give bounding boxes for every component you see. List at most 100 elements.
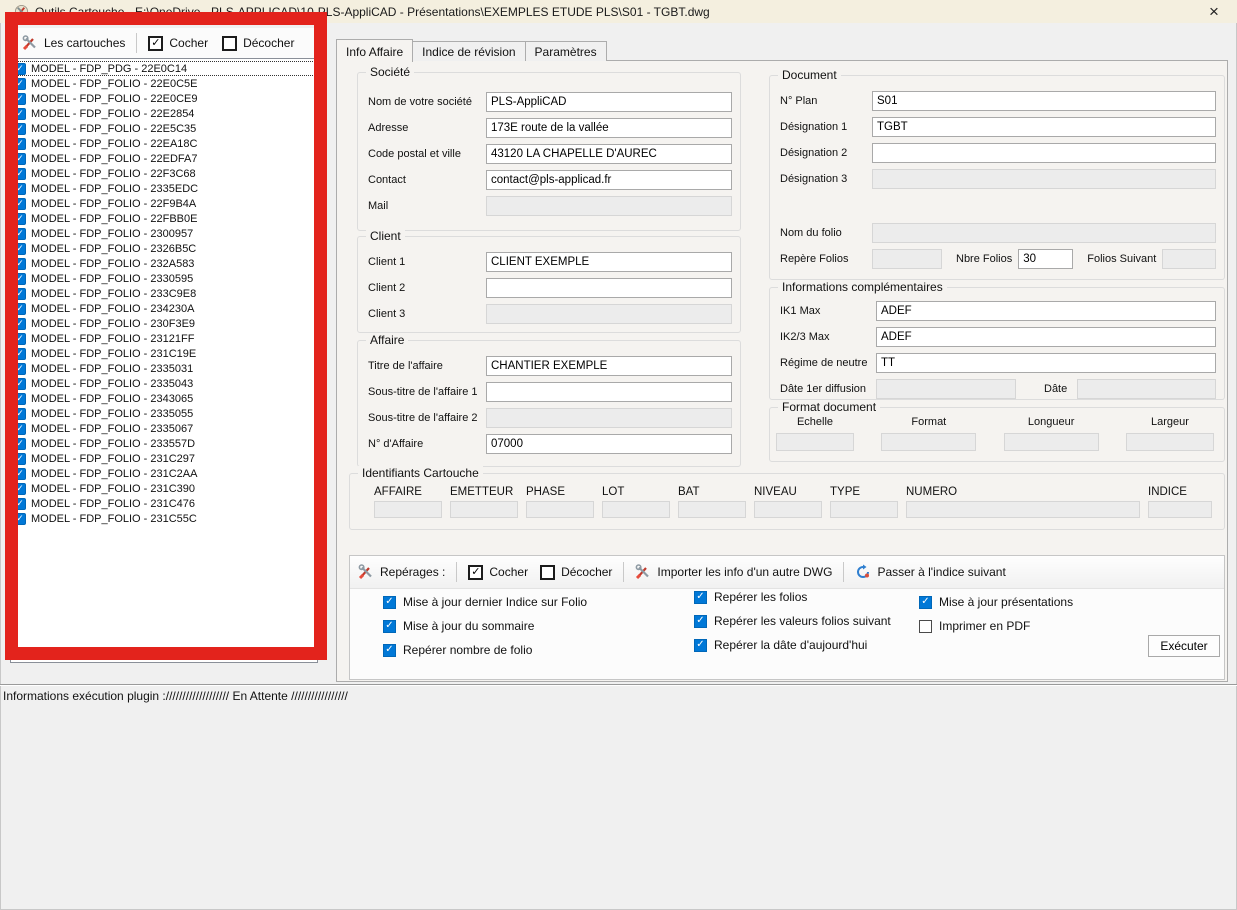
client2-field[interactable] xyxy=(486,278,732,298)
doc-nbrefolios-field[interactable] xyxy=(1018,249,1073,269)
reperages-decocher-label[interactable]: Décocher xyxy=(561,565,612,579)
item-checkbox[interactable]: ✓ xyxy=(14,483,26,495)
item-checkbox[interactable]: ✓ xyxy=(14,63,26,75)
societe-adresse-field[interactable] xyxy=(486,118,732,138)
list-item[interactable]: ✓ MODEL - FDP_FOLIO - 232A583 xyxy=(11,256,317,271)
client1-field[interactable] xyxy=(486,252,732,272)
reperages-cocher-label[interactable]: Cocher xyxy=(489,565,528,579)
list-item[interactable]: ✓ MODEL - FDP_FOLIO - 2300957 xyxy=(11,226,317,241)
option-checkbox[interactable]: ✓ xyxy=(383,620,396,633)
item-checkbox[interactable]: ✓ xyxy=(14,258,26,270)
ik1-field[interactable] xyxy=(876,301,1216,321)
tab-parametres[interactable]: Paramètres xyxy=(525,41,607,61)
list-item[interactable]: ✓ MODEL - FDP_FOLIO - 22E0C5E xyxy=(11,76,317,91)
item-checkbox[interactable]: ✓ xyxy=(14,423,26,435)
list-item[interactable]: ✓ MODEL - FDP_FOLIO - 2335EDC xyxy=(11,181,317,196)
option-checkbox[interactable]: ✓ xyxy=(919,596,932,609)
list-item[interactable]: ✓ MODEL - FDP_PDG - 22E0C14 xyxy=(11,61,317,76)
passer-indice-button[interactable]: Passer à l'indice suivant xyxy=(877,565,1005,579)
affaire-soustitre1-field[interactable] xyxy=(486,382,732,402)
item-checkbox[interactable]: ✓ xyxy=(14,168,26,180)
list-item[interactable]: ✓ MODEL - FDP_FOLIO - 231C55C xyxy=(11,511,317,526)
list-item[interactable]: ✓ MODEL - FDP_FOLIO - 2343065 xyxy=(11,391,317,406)
list-item[interactable]: ✓ MODEL - FDP_FOLIO - 22E0CE9 xyxy=(11,91,317,106)
item-checkbox[interactable]: ✓ xyxy=(14,138,26,150)
decocher-label[interactable]: Décocher xyxy=(243,36,294,50)
item-checkbox[interactable]: ✓ xyxy=(14,438,26,450)
list-item[interactable]: ✓ MODEL - FDP_FOLIO - 23121FF xyxy=(11,331,317,346)
list-item[interactable]: ✓ MODEL - FDP_FOLIO - 230F3E9 xyxy=(11,316,317,331)
list-item[interactable]: ✓ MODEL - FDP_FOLIO - 22E5C35 xyxy=(11,121,317,136)
item-checkbox[interactable]: ✓ xyxy=(14,273,26,285)
affaire-numero-field[interactable] xyxy=(486,434,732,454)
cocher-label[interactable]: Cocher xyxy=(169,36,208,50)
option-reperer-folios[interactable]: ✓ Repérer les folios xyxy=(694,590,891,604)
list-item[interactable]: ✓ MODEL - FDP_FOLIO - 231C19E xyxy=(11,346,317,361)
option-checkbox[interactable]: ✓ xyxy=(383,644,396,657)
item-checkbox[interactable]: ✓ xyxy=(14,378,26,390)
cartouche-list[interactable]: ✓ MODEL - FDP_PDG - 22E0C14 ✓ MODEL - FD… xyxy=(10,58,318,663)
option-checkbox[interactable]: ✓ xyxy=(383,596,396,609)
list-item[interactable]: ✓ MODEL - FDP_FOLIO - 231C390 xyxy=(11,481,317,496)
item-checkbox[interactable]: ✓ xyxy=(14,408,26,420)
importer-dwg-button[interactable]: Importer les info d'un autre DWG xyxy=(657,565,832,579)
societe-cp-field[interactable] xyxy=(486,144,732,164)
item-checkbox[interactable]: ✓ xyxy=(14,498,26,510)
item-checkbox[interactable]: ✓ xyxy=(14,288,26,300)
doc-designation2-field[interactable] xyxy=(872,143,1216,163)
item-checkbox[interactable]: ✓ xyxy=(14,318,26,330)
item-checkbox[interactable]: ✓ xyxy=(14,348,26,360)
option-imprimer-pdf[interactable]: ✓ Imprimer en PDF xyxy=(919,619,1073,633)
option-checkbox[interactable]: ✓ xyxy=(694,591,707,604)
list-item[interactable]: ✓ MODEL - FDP_FOLIO - 22EA18C xyxy=(11,136,317,151)
item-checkbox[interactable]: ✓ xyxy=(14,78,26,90)
option-reperer-date[interactable]: ✓ Repérer la dâte d'aujourd'hui xyxy=(694,638,891,652)
list-item[interactable]: ✓ MODEL - FDP_FOLIO - 2335055 xyxy=(11,406,317,421)
item-checkbox[interactable]: ✓ xyxy=(14,363,26,375)
societe-nom-field[interactable] xyxy=(486,92,732,112)
item-checkbox[interactable]: ✓ xyxy=(14,393,26,405)
list-item[interactable]: ✓ MODEL - FDP_FOLIO - 22FBB0E xyxy=(11,211,317,226)
list-item[interactable]: ✓ MODEL - FDP_FOLIO - 234230A xyxy=(11,301,317,316)
option-checkbox[interactable]: ✓ xyxy=(694,615,707,628)
list-item[interactable]: ✓ MODEL - FDP_FOLIO - 2335043 xyxy=(11,376,317,391)
option-maj-sommaire[interactable]: ✓ Mise à jour du sommaire xyxy=(383,619,587,633)
item-checkbox[interactable]: ✓ xyxy=(14,333,26,345)
list-item[interactable]: ✓ MODEL - FDP_FOLIO - 22F3C68 xyxy=(11,166,317,181)
list-item[interactable]: ✓ MODEL - FDP_FOLIO - 231C476 xyxy=(11,496,317,511)
regime-field[interactable] xyxy=(876,353,1216,373)
option-reperer-nombre-folio[interactable]: ✓ Repérer nombre de folio xyxy=(383,643,587,657)
item-checkbox[interactable]: ✓ xyxy=(14,303,26,315)
option-maj-indice[interactable]: ✓ Mise à jour dernier Indice sur Folio xyxy=(383,595,587,609)
list-item[interactable]: ✓ MODEL - FDP_FOLIO - 2335067 xyxy=(11,421,317,436)
list-item[interactable]: ✓ MODEL - FDP_FOLIO - 22E2854 xyxy=(11,106,317,121)
list-item[interactable]: ✓ MODEL - FDP_FOLIO - 233C9E8 xyxy=(11,286,317,301)
list-item[interactable]: ✓ MODEL - FDP_FOLIO - 2326B5C xyxy=(11,241,317,256)
doc-designation1-field[interactable] xyxy=(872,117,1216,137)
item-checkbox[interactable]: ✓ xyxy=(14,198,26,210)
item-checkbox[interactable]: ✓ xyxy=(14,153,26,165)
item-checkbox[interactable]: ✓ xyxy=(14,108,26,120)
item-checkbox[interactable]: ✓ xyxy=(14,123,26,135)
affaire-titre-field[interactable] xyxy=(486,356,732,376)
tab-info-affaire[interactable]: Info Affaire xyxy=(336,39,413,62)
item-checkbox[interactable]: ✓ xyxy=(14,228,26,240)
close-icon[interactable]: × xyxy=(1197,0,1231,23)
doc-nplan-field[interactable] xyxy=(872,91,1216,111)
item-checkbox[interactable]: ✓ xyxy=(14,93,26,105)
decocher-checkbox[interactable]: ✓ xyxy=(222,36,237,51)
item-checkbox[interactable]: ✓ xyxy=(14,213,26,225)
option-checkbox[interactable]: ✓ xyxy=(919,620,932,633)
item-checkbox[interactable]: ✓ xyxy=(14,468,26,480)
list-item[interactable]: ✓ MODEL - FDP_FOLIO - 2335031 xyxy=(11,361,317,376)
cocher-checkbox[interactable]: ✓ xyxy=(148,36,163,51)
item-checkbox[interactable]: ✓ xyxy=(14,513,26,525)
list-item[interactable]: ✓ MODEL - FDP_FOLIO - 231C2AA xyxy=(11,466,317,481)
list-item[interactable]: ✓ MODEL - FDP_FOLIO - 22EDFA7 xyxy=(11,151,317,166)
item-checkbox[interactable]: ✓ xyxy=(14,243,26,255)
reperages-cocher-checkbox[interactable]: ✓ xyxy=(468,565,483,580)
societe-contact-field[interactable] xyxy=(486,170,732,190)
option-checkbox[interactable]: ✓ xyxy=(694,639,707,652)
tab-indice-revision[interactable]: Indice de révision xyxy=(412,41,525,61)
list-item[interactable]: ✓ MODEL - FDP_FOLIO - 22F9B4A xyxy=(11,196,317,211)
